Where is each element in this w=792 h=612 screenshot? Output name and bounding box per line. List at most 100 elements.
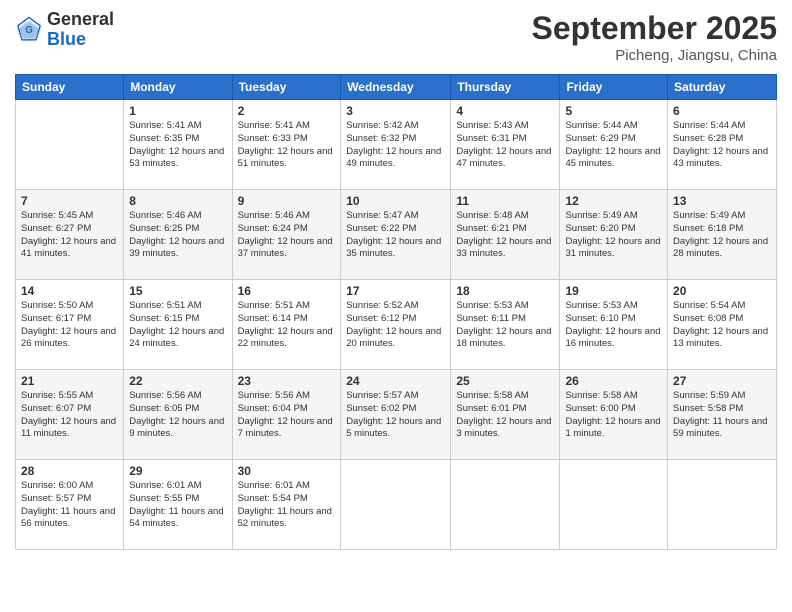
col-thursday: Thursday xyxy=(451,75,560,100)
table-row: 8 Sunrise: 5:46 AMSunset: 6:25 PMDaylight… xyxy=(124,190,232,280)
day-number: 1 xyxy=(129,104,226,118)
svg-text:G: G xyxy=(25,25,33,36)
day-info: Sunrise: 5:53 AMSunset: 6:11 PMDaylight:… xyxy=(456,300,554,351)
table-row: 14 Sunrise: 5:50 AMSunset: 6:17 PMDayligh… xyxy=(16,280,124,370)
table-row: 7Sunrise: 5:45 AMSunset: 6:27 PMDaylight… xyxy=(16,190,124,280)
day-info: Sunrise: 5:44 AMSunset: 6:28 PMDaylight:… xyxy=(673,120,771,171)
calendar-header-row: Sunday Monday Tuesday Wednesday Thursday… xyxy=(16,75,777,100)
table-row: 15 Sunrise: 5:51 AMSunset: 6:15 PMDayligh… xyxy=(124,280,232,370)
day-number: 14 xyxy=(21,284,118,298)
day-info: Sunrise: 5:48 AMSunset: 6:21 PMDaylight:… xyxy=(456,210,554,261)
table-row: 9 Sunrise: 5:46 AMSunset: 6:24 PMDaylight… xyxy=(232,190,341,280)
table-row: 24 Sunrise: 5:57 AMSunset: 6:02 PMDayligh… xyxy=(341,370,451,460)
title-section: September 2025 Picheng, Jiangsu, China xyxy=(532,10,777,64)
table-row: 19 Sunrise: 5:53 AMSunset: 6:10 PMDayligh… xyxy=(560,280,668,370)
day-number: 3 xyxy=(346,104,445,118)
logo-blue-text: Blue xyxy=(47,29,86,49)
table-row xyxy=(560,460,668,550)
day-info: Sunrise: 5:41 AMSunset: 6:33 PMDaylight:… xyxy=(238,120,336,171)
day-info: Sunrise: 5:49 AMSunset: 6:20 PMDaylight:… xyxy=(565,210,662,261)
day-info: Sunrise: 5:42 AMSunset: 6:32 PMDaylight:… xyxy=(346,120,445,171)
table-row: 18 Sunrise: 5:53 AMSunset: 6:11 PMDayligh… xyxy=(451,280,560,370)
day-number: 10 xyxy=(346,194,445,208)
day-number: 19 xyxy=(565,284,662,298)
logo-icon: G xyxy=(15,16,43,44)
calendar-week-1: 1Sunrise: 5:41 AMSunset: 6:35 PMDaylight… xyxy=(16,100,777,190)
day-info: Sunrise: 5:59 AMSunset: 5:58 PMDaylight:… xyxy=(673,390,771,441)
table-row: 5 Sunrise: 5:44 AMSunset: 6:29 PMDaylight… xyxy=(560,100,668,190)
table-row: 23 Sunrise: 5:56 AMSunset: 6:04 PMDayligh… xyxy=(232,370,341,460)
day-number: 15 xyxy=(129,284,226,298)
day-info: Sunrise: 5:56 AMSunset: 6:05 PMDaylight:… xyxy=(129,390,226,441)
day-number: 6 xyxy=(673,104,771,118)
day-info: Sunrise: 5:58 AMSunset: 6:01 PMDaylight:… xyxy=(456,390,554,441)
day-info: Sunrise: 5:53 AMSunset: 6:10 PMDaylight:… xyxy=(565,300,662,351)
calendar-week-4: 21Sunrise: 5:55 AMSunset: 6:07 PMDayligh… xyxy=(16,370,777,460)
day-number: 7 xyxy=(21,194,118,208)
day-info: Sunrise: 5:52 AMSunset: 6:12 PMDaylight:… xyxy=(346,300,445,351)
month-title: September 2025 xyxy=(532,10,777,47)
day-info: Sunrise: 5:51 AMSunset: 6:15 PMDaylight:… xyxy=(129,300,226,351)
day-info: Sunrise: 6:00 AMSunset: 5:57 PMDaylight:… xyxy=(21,480,118,531)
day-number: 5 xyxy=(565,104,662,118)
day-info: Sunrise: 5:54 AMSunset: 6:08 PMDaylight:… xyxy=(673,300,771,351)
col-saturday: Saturday xyxy=(668,75,777,100)
logo-general-text: General xyxy=(47,9,114,29)
calendar-week-5: 28 Sunrise: 6:00 AMSunset: 5:57 PMDayligh… xyxy=(16,460,777,550)
table-row: 26Sunrise: 5:58 AMSunset: 6:00 PMDayligh… xyxy=(560,370,668,460)
day-info: Sunrise: 5:44 AMSunset: 6:29 PMDaylight:… xyxy=(565,120,662,171)
day-number: 2 xyxy=(238,104,336,118)
day-info: Sunrise: 5:57 AMSunset: 6:02 PMDaylight:… xyxy=(346,390,445,441)
day-number: 13 xyxy=(673,194,771,208)
day-number: 25 xyxy=(456,374,554,388)
col-tuesday: Tuesday xyxy=(232,75,341,100)
day-number: 20 xyxy=(673,284,771,298)
table-row: 29Sunrise: 6:01 AMSunset: 5:55 PMDayligh… xyxy=(124,460,232,550)
table-row: 25 Sunrise: 5:58 AMSunset: 6:01 PMDayligh… xyxy=(451,370,560,460)
calendar-week-2: 7Sunrise: 5:45 AMSunset: 6:27 PMDaylight… xyxy=(16,190,777,280)
day-info: Sunrise: 5:43 AMSunset: 6:31 PMDaylight:… xyxy=(456,120,554,171)
day-info: Sunrise: 5:50 AMSunset: 6:17 PMDaylight:… xyxy=(21,300,118,351)
day-number: 18 xyxy=(456,284,554,298)
table-row: 13Sunrise: 5:49 AMSunset: 6:18 PMDayligh… xyxy=(668,190,777,280)
day-number: 24 xyxy=(346,374,445,388)
table-row: 12 Sunrise: 5:49 AMSunset: 6:20 PMDayligh… xyxy=(560,190,668,280)
table-row: 16 Sunrise: 5:51 AMSunset: 6:14 PMDayligh… xyxy=(232,280,341,370)
day-number: 9 xyxy=(238,194,336,208)
calendar-week-3: 14 Sunrise: 5:50 AMSunset: 6:17 PMDayligh… xyxy=(16,280,777,370)
day-info: Sunrise: 6:01 AMSunset: 5:54 PMDaylight:… xyxy=(238,480,336,531)
table-row: 27 Sunrise: 5:59 AMSunset: 5:58 PMDayligh… xyxy=(668,370,777,460)
col-monday: Monday xyxy=(124,75,232,100)
day-number: 23 xyxy=(238,374,336,388)
table-row: 1Sunrise: 5:41 AMSunset: 6:35 PMDaylight… xyxy=(124,100,232,190)
day-number: 28 xyxy=(21,464,118,478)
day-number: 27 xyxy=(673,374,771,388)
day-number: 11 xyxy=(456,194,554,208)
day-info: Sunrise: 6:01 AMSunset: 5:55 PMDaylight:… xyxy=(129,480,226,531)
table-row xyxy=(16,100,124,190)
day-info: Sunrise: 5:58 AMSunset: 6:00 PMDaylight:… xyxy=(565,390,662,441)
table-row: 4Sunrise: 5:43 AMSunset: 6:31 PMDaylight… xyxy=(451,100,560,190)
day-info: Sunrise: 5:47 AMSunset: 6:22 PMDaylight:… xyxy=(346,210,445,261)
table-row: 22 Sunrise: 5:56 AMSunset: 6:05 PMDayligh… xyxy=(124,370,232,460)
table-row: 6 Sunrise: 5:44 AMSunset: 6:28 PMDaylight… xyxy=(668,100,777,190)
table-row: 30 Sunrise: 6:01 AMSunset: 5:54 PMDayligh… xyxy=(232,460,341,550)
day-info: Sunrise: 5:46 AMSunset: 6:25 PMDaylight:… xyxy=(129,210,226,261)
location: Picheng, Jiangsu, China xyxy=(532,47,777,64)
day-number: 12 xyxy=(565,194,662,208)
day-number: 8 xyxy=(129,194,226,208)
day-info: Sunrise: 5:51 AMSunset: 6:14 PMDaylight:… xyxy=(238,300,336,351)
table-row xyxy=(451,460,560,550)
page-header: G General Blue September 2025 Picheng, J… xyxy=(15,10,777,64)
col-friday: Friday xyxy=(560,75,668,100)
day-number: 30 xyxy=(238,464,336,478)
day-info: Sunrise: 5:56 AMSunset: 6:04 PMDaylight:… xyxy=(238,390,336,441)
col-wednesday: Wednesday xyxy=(341,75,451,100)
logo: G General Blue xyxy=(15,10,114,50)
day-number: 16 xyxy=(238,284,336,298)
page-container: G General Blue September 2025 Picheng, J… xyxy=(0,0,792,612)
day-number: 22 xyxy=(129,374,226,388)
day-number: 17 xyxy=(346,284,445,298)
table-row xyxy=(668,460,777,550)
day-info: Sunrise: 5:46 AMSunset: 6:24 PMDaylight:… xyxy=(238,210,336,261)
